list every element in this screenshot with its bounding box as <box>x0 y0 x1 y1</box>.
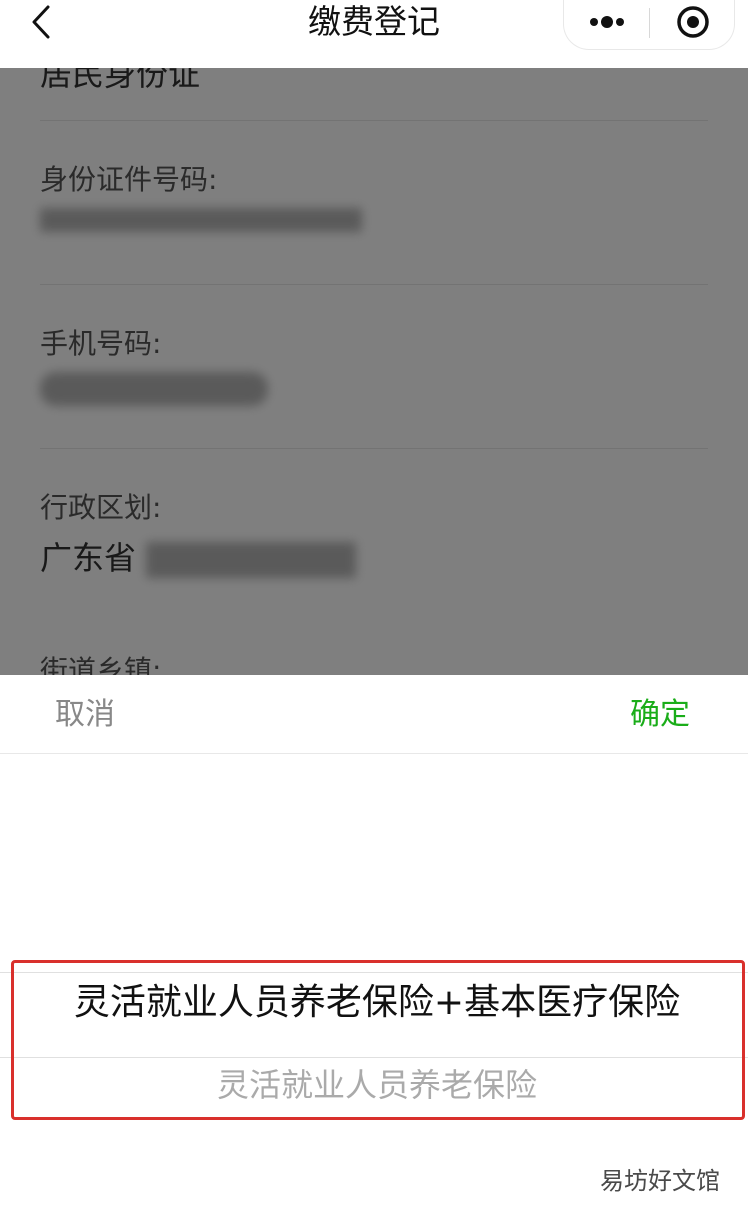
insurance-type-picker: 取消 确定 灵活就业人员养老保险+基本医疗保险 灵活就业人员养老保险 易坊好文馆 <box>0 675 748 1215</box>
mask-overlay[interactable] <box>0 68 748 675</box>
target-circle-icon <box>677 6 709 38</box>
more-dots-icon <box>590 16 624 28</box>
picker-toolbar: 取消 确定 <box>0 675 748 754</box>
watermark: 易坊好文馆 <box>600 1167 720 1195</box>
picker-option-selected[interactable]: 灵活就业人员养老保险+基本医疗保险 <box>12 960 742 1045</box>
picker-option[interactable]: 灵活就业人员养老保险 <box>12 1055 742 1115</box>
capsule-menu <box>563 0 735 50</box>
cancel-button[interactable]: 取消 <box>55 695 115 735</box>
nav-bar: 缴费登记 <box>0 0 748 68</box>
confirm-button[interactable]: 确定 <box>630 695 690 735</box>
more-button[interactable] <box>564 0 650 46</box>
close-miniprogram-button[interactable] <box>650 0 736 46</box>
